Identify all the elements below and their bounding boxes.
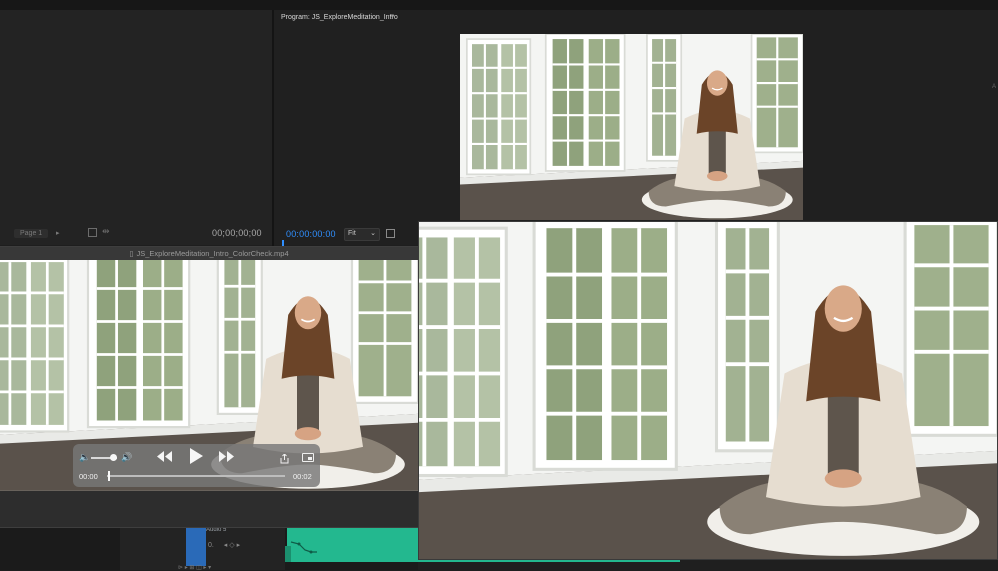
play-icon[interactable] <box>189 448 203 469</box>
large-preview-window[interactable] <box>418 221 998 560</box>
speaker-low-icon[interactable]: 🔈 <box>79 452 90 463</box>
work-area-bar[interactable] <box>418 560 680 562</box>
tab-program-monitor[interactable]: Program: JS_ExploreMeditation_Intro <box>281 14 398 21</box>
scrubber-playhead[interactable] <box>108 471 110 481</box>
page-select[interactable]: Page 1 <box>14 229 49 238</box>
source-timecode[interactable]: 00;00;00;00 <box>212 228 262 238</box>
rewind-icon[interactable] <box>157 450 172 465</box>
speaker-high-icon[interactable]: 🔊 <box>121 452 132 463</box>
safe-margins-icon[interactable] <box>88 228 97 237</box>
track-volume-control[interactable]: 0. ◂ ◇ ▸ <box>208 541 240 549</box>
track-target-toggle[interactable] <box>186 526 206 566</box>
window-title: ▯ JS_ExploreMeditation_Intro_ColorCheck.m… <box>0 249 418 258</box>
side-panel-edge: A <box>992 84 997 90</box>
chevron-down-icon: ⌄ <box>370 230 376 237</box>
window-title-text: JS_ExploreMeditation_Intro_ColorCheck.mp… <box>136 249 289 258</box>
volume-slider-knob[interactable] <box>110 454 118 461</box>
keyframe-nav[interactable]: ◂ ◇ ▸ <box>224 542 240 549</box>
panel-menu-icon[interactable]: ≡ <box>390 13 394 20</box>
audio-clip[interactable] <box>287 528 420 562</box>
page-next-icon[interactable]: ▸ <box>56 229 60 237</box>
playback-controls-hud: 🔈 🔊 00:00 00:02 <box>73 444 320 487</box>
fast-forward-icon[interactable] <box>219 450 234 465</box>
audio-waveform <box>290 541 317 554</box>
program-timecode[interactable]: 00:00:00:00 <box>286 229 336 239</box>
source-monitor-panel <box>0 10 272 245</box>
meditation-scene-image <box>419 222 997 559</box>
zoom-level-value: Fit <box>348 230 356 237</box>
scrubber-track[interactable] <box>107 475 285 477</box>
settings-icon[interactable] <box>386 229 395 238</box>
picture-in-picture-icon[interactable] <box>302 453 314 462</box>
meditation-scene-image <box>460 34 803 220</box>
program-video-frame <box>460 34 803 220</box>
current-time: 00:00 <box>79 472 98 481</box>
audio-clip-edge[interactable] <box>285 546 291 562</box>
window-titlebar[interactable]: ▯ JS_ExploreMeditation_Intro_ColorCheck.m… <box>0 247 418 260</box>
duration-time: 00:02 <box>293 472 312 481</box>
track-volume-value: 0. <box>208 542 214 549</box>
insert-icon[interactable]: ⇹ <box>102 226 110 237</box>
source-monitor-footer: Page 1 ▸ ⇹ 00;00;00;00 <box>0 226 272 242</box>
share-icon[interactable] <box>280 451 289 464</box>
file-icon: ▯ <box>129 249 134 258</box>
zoom-level-select[interactable]: Fit ⌄ <box>344 228 380 241</box>
